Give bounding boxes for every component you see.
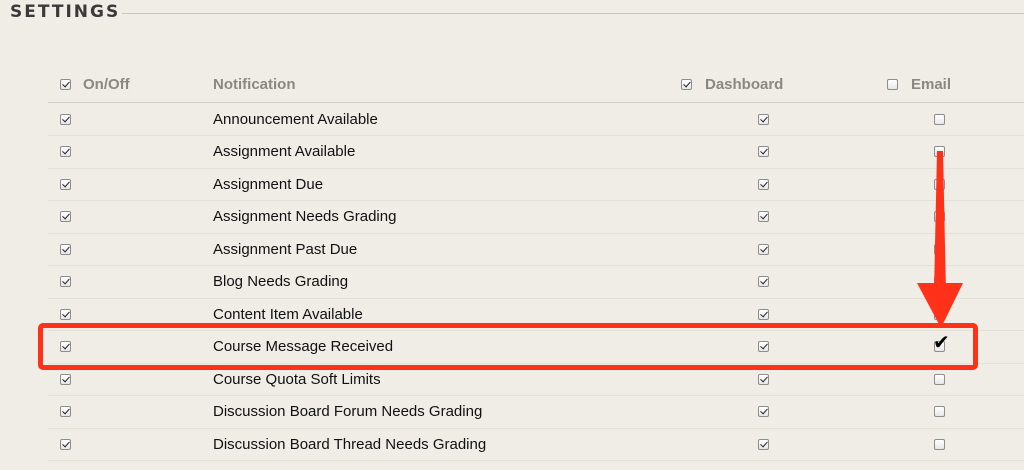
arrow-annotation [917,151,963,328]
arrow-shaft [934,151,946,293]
arrow-head [917,283,963,328]
